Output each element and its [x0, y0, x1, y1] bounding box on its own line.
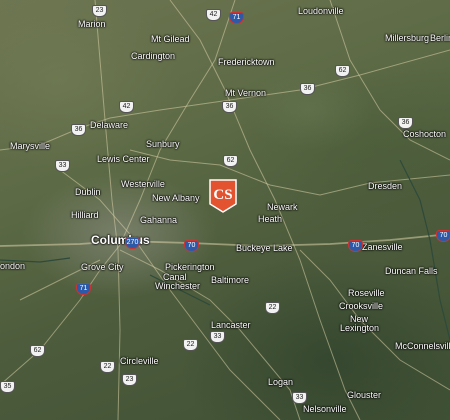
city-label: Grove City [81, 262, 124, 272]
city-label: Heath [258, 214, 283, 224]
highway-shield-icon: 22 [183, 339, 198, 351]
city-label: Dublin [75, 187, 101, 197]
city-label: Duncan Falls [385, 266, 438, 276]
river-line [399, 159, 450, 341]
highway-shield-icon: 62 [30, 345, 45, 357]
map-canvas[interactable]: Loudonville Marion Mt Gilead Millersburg Ber… [0, 0, 450, 420]
highway-shield-icon: 36 [300, 83, 315, 95]
city-label: Nelsonville [303, 404, 347, 414]
highway-shield-icon: 22 [100, 361, 115, 373]
city-label: McConnelsville [395, 341, 450, 351]
highway-shield-icon: 23 [92, 5, 107, 17]
city-label: Dresden [368, 181, 403, 191]
highway-shield-icon: 42 [119, 101, 134, 113]
city-label: Cardington [131, 51, 176, 61]
city-label: New Albany [152, 193, 200, 203]
city-label: ondon [0, 261, 26, 271]
highway-shield-icon: 36 [71, 124, 86, 136]
city-label: Crooksville [339, 301, 384, 311]
highway-shield-icon: 22 [265, 302, 280, 314]
city-label: Logan [268, 377, 294, 387]
highway-shield-icon: 35 [0, 381, 15, 393]
highway-shield-icon: 42 [206, 9, 221, 21]
city-label: Zanesville [362, 242, 403, 252]
location-pin-icon[interactable]: CS [208, 178, 238, 214]
city-label: Glouster [347, 390, 382, 400]
city-label: Marysville [10, 141, 51, 151]
road-line [59, 169, 281, 420]
city-label: Mt Vernon [225, 88, 267, 98]
highway-shield-icon: 62 [223, 155, 238, 167]
city-label: Roseville [348, 288, 385, 298]
city-label: Mt Gilead [151, 34, 190, 44]
city-label: Sunbury [146, 139, 180, 149]
highway-shield-icon: 33 [292, 392, 307, 404]
city-label: Marion [78, 19, 106, 29]
highway-shield-icon: 33 [55, 160, 70, 172]
city-label: Pickerington [165, 262, 215, 272]
city-label: Loudonville [298, 6, 344, 16]
city-label: Lexington [340, 323, 380, 333]
highway-shield-icon: 23 [122, 374, 137, 386]
city-label: Buckeye Lake [236, 243, 293, 253]
highway-shield-icon: 36 [222, 101, 237, 113]
city-label: Berlin [430, 33, 450, 43]
city-label: Lancaster [211, 320, 251, 330]
city-label: Delaware [90, 120, 129, 130]
location-pin-label: CS [213, 187, 232, 203]
city-label: Fredericktown [218, 57, 275, 67]
city-label: Baltimore [211, 275, 250, 285]
city-label: Millersburg [385, 33, 430, 43]
city-label: Hilliard [71, 210, 99, 220]
highway-shield-icon: 36 [398, 117, 413, 129]
city-label: Circleville [120, 356, 159, 366]
city-label: Newark [267, 202, 298, 212]
highway-shield-icon: 62 [335, 65, 350, 77]
city-label: Lewis Center [97, 154, 150, 164]
city-label: Columbus [91, 233, 150, 247]
city-label: Westerville [121, 179, 165, 189]
highway-shield-icon: 70 [436, 230, 450, 242]
highway-shield-icon: 33 [210, 331, 225, 343]
city-label: Coshocton [403, 129, 447, 139]
city-label: Winchester [155, 281, 201, 291]
city-label: Gahanna [140, 215, 178, 225]
